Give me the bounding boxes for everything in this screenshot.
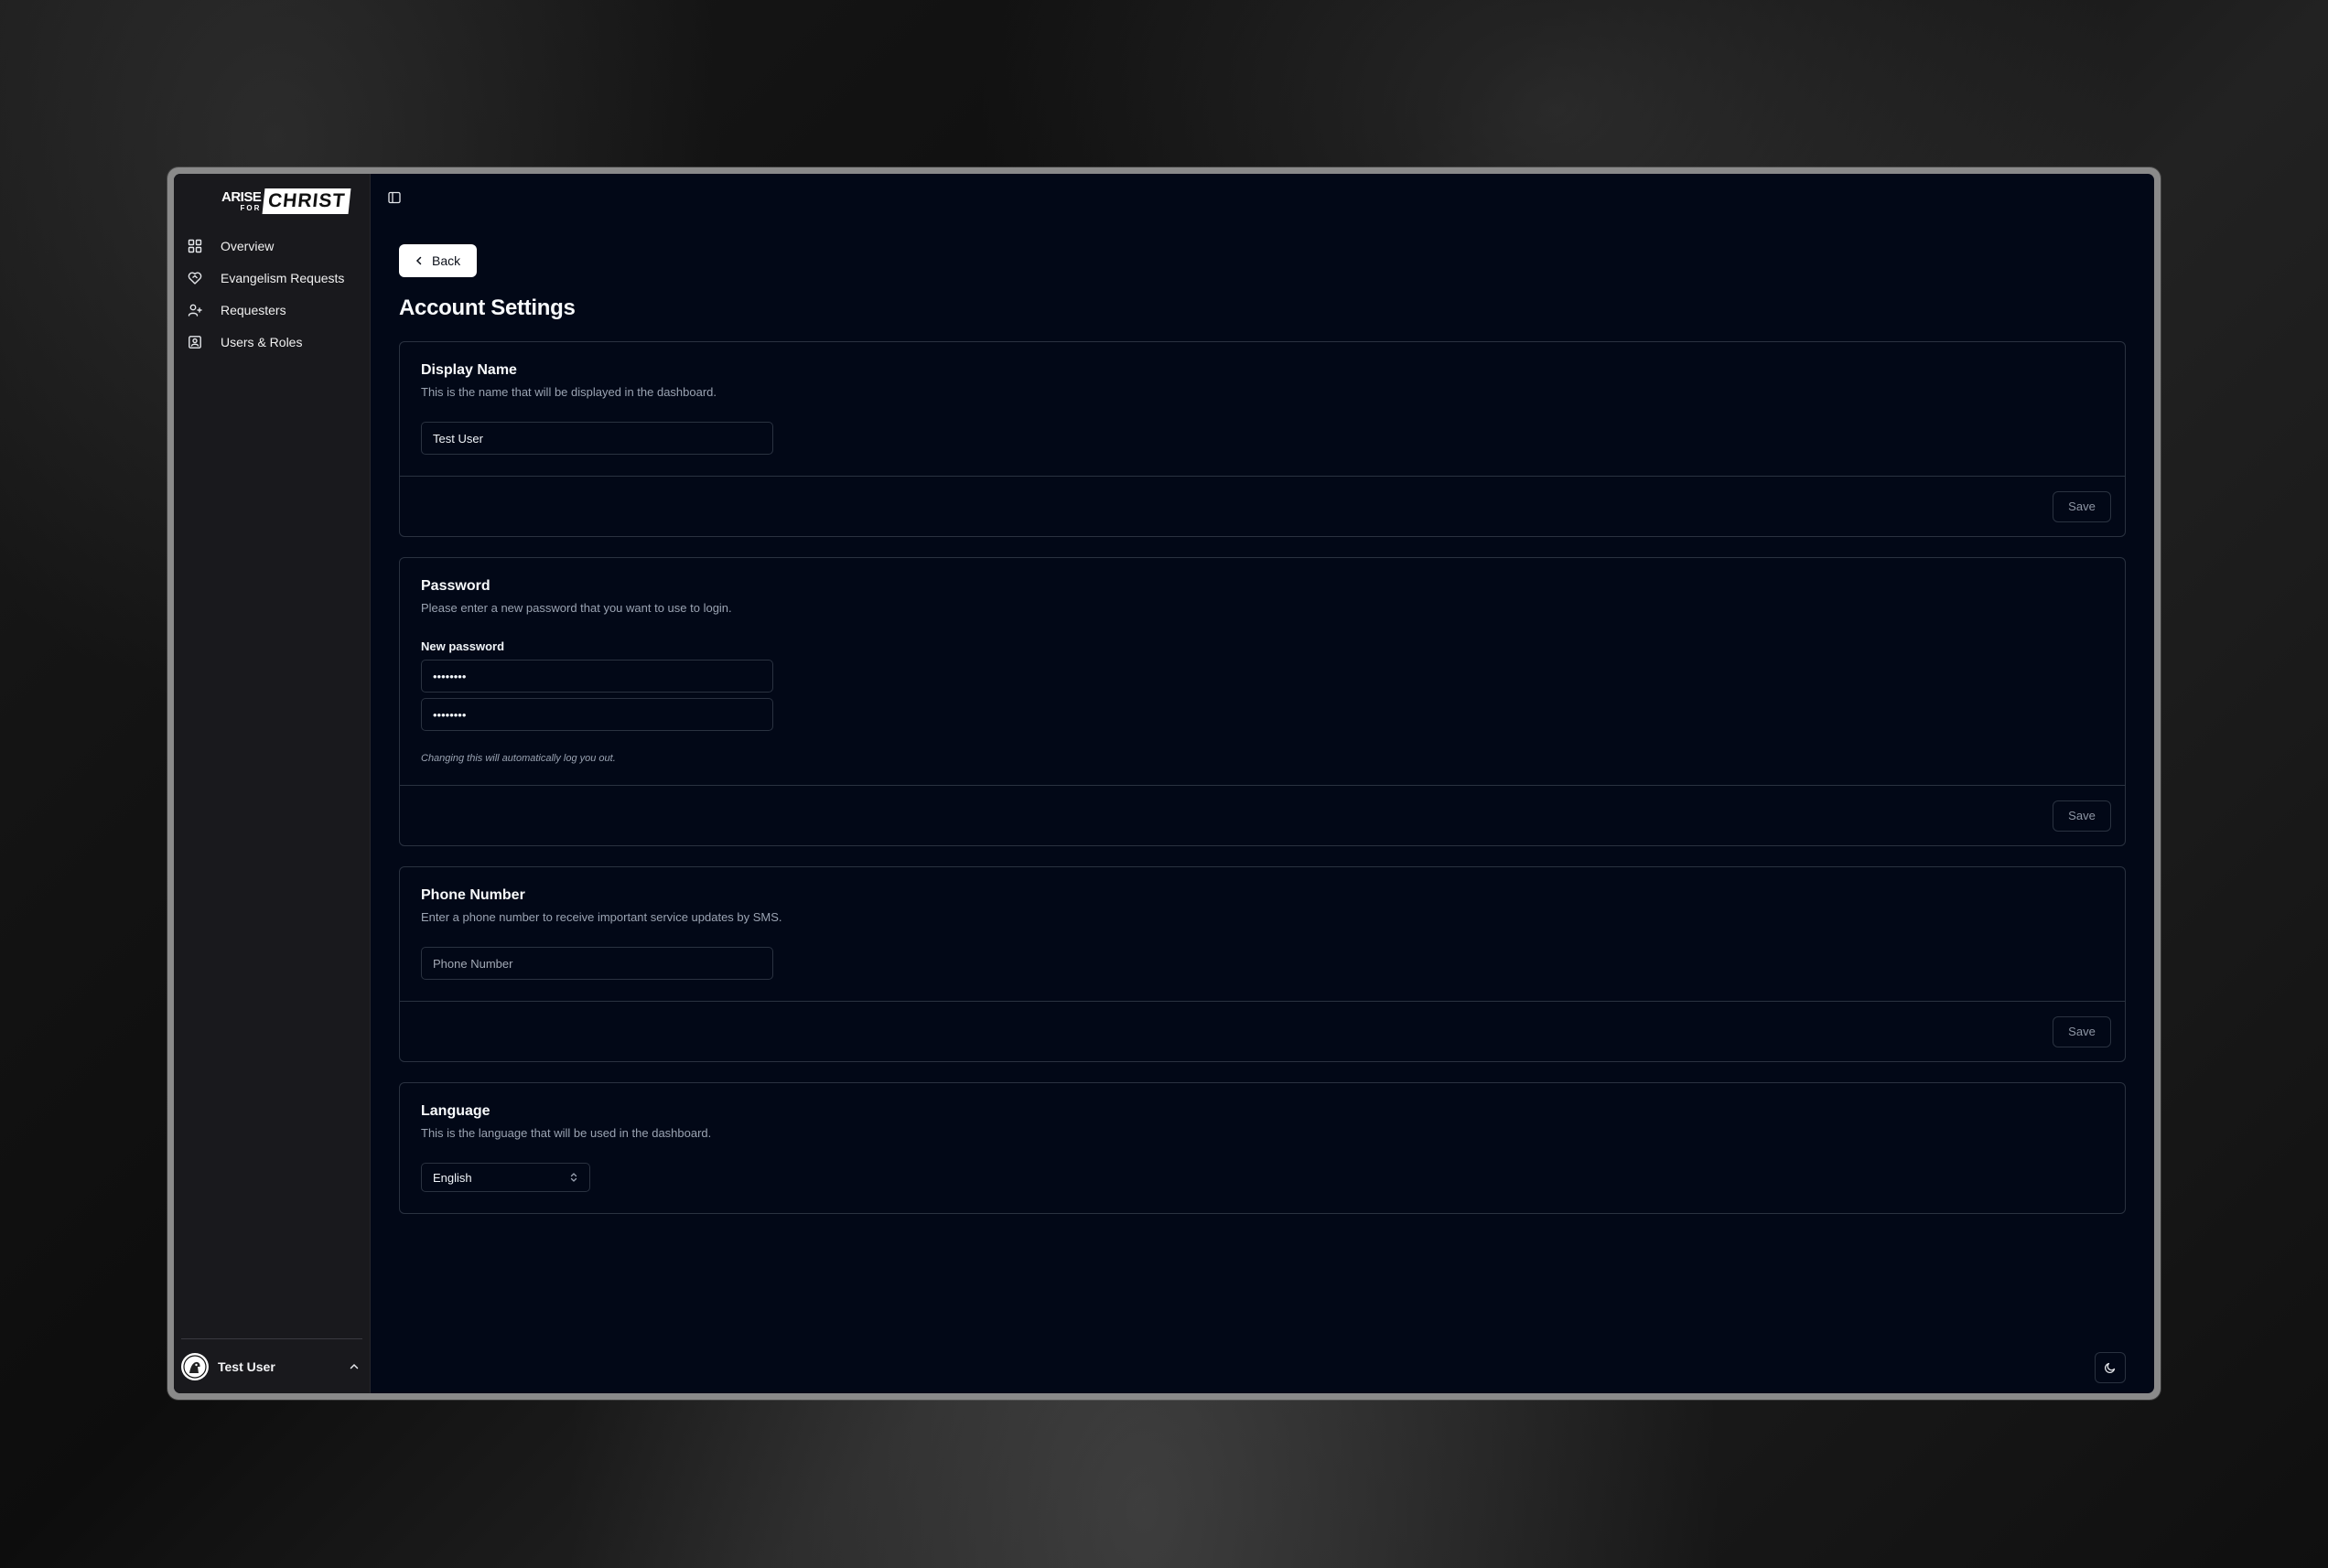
phone-number-input[interactable]: [421, 947, 773, 980]
heart-handshake-icon: [188, 271, 202, 285]
confirm-password-input[interactable]: [421, 698, 773, 731]
card-footer: Save: [400, 476, 2125, 536]
save-display-name-button[interactable]: Save: [2053, 490, 2111, 522]
browser-frame: ARISE FOR CHRIST Overview Evangelism Req…: [167, 167, 2161, 1400]
card-footer: Save: [400, 1001, 2125, 1061]
sidebar-item-requesters[interactable]: Requesters: [174, 294, 370, 326]
language-select-value: English: [433, 1170, 472, 1185]
brand-logo[interactable]: ARISE FOR CHRIST: [221, 186, 370, 217]
logo-arise: ARISE FOR: [221, 189, 262, 212]
language-select[interactable]: English: [421, 1163, 590, 1192]
password-card: Password Please enter a new password tha…: [399, 557, 2126, 846]
user-menu[interactable]: Test User: [181, 1338, 362, 1393]
card-title: Password: [421, 578, 490, 594]
theme-toggle-button[interactable]: [2095, 1352, 2126, 1383]
card-title: Phone Number: [421, 887, 525, 903]
back-button[interactable]: Back: [399, 244, 478, 277]
settings-content: Back Account Settings Display Name This …: [399, 244, 2126, 1214]
chevrons-up-down-icon: [570, 1173, 577, 1182]
sidebar-toggle-icon[interactable]: [387, 190, 402, 205]
grid-icon: [188, 239, 202, 253]
display-name-card: Display Name This is the name that will …: [399, 341, 2126, 537]
back-button-label: Back: [432, 253, 461, 268]
logo-sub-text: FOR: [240, 204, 262, 212]
sidebar-item-users-roles[interactable]: Users & Roles: [174, 326, 370, 358]
new-password-input[interactable]: [421, 660, 773, 693]
card-title: Language: [421, 1103, 490, 1119]
chevron-left-icon: [415, 256, 422, 265]
sidebar-item-evangelism-requests[interactable]: Evangelism Requests: [174, 262, 370, 294]
contact-icon: [188, 335, 202, 349]
sidebar-item-label: Overview: [221, 238, 275, 253]
password-hint: Changing this will automatically log you…: [421, 753, 616, 764]
card-description: Please enter a new password that you wan…: [421, 601, 732, 615]
card-footer: Save: [400, 785, 2125, 845]
moon-icon: [2104, 1362, 2116, 1374]
chevron-up-icon: [350, 1363, 359, 1369]
language-card: Language This is the language that will …: [399, 1082, 2126, 1214]
sidebar: ARISE FOR CHRIST Overview Evangelism Req…: [174, 174, 371, 1393]
logo-box-text: CHRIST: [262, 188, 351, 214]
page-title: Account Settings: [399, 295, 576, 320]
user-plus-icon: [188, 303, 202, 317]
phone-number-card: Phone Number Enter a phone number to rec…: [399, 866, 2126, 1062]
avatar: [181, 1352, 209, 1380]
card-description: This is the name that will be displayed …: [421, 385, 717, 399]
app-window: ARISE FOR CHRIST Overview Evangelism Req…: [174, 174, 2154, 1393]
card-description: This is the language that will be used i…: [421, 1126, 712, 1140]
sidebar-item-label: Requesters: [221, 302, 286, 317]
save-password-button[interactable]: Save: [2053, 800, 2111, 832]
logo-top-text: ARISE: [221, 189, 262, 205]
card-description: Enter a phone number to receive importan…: [421, 910, 782, 924]
sidebar-nav: Overview Evangelism Requests Requesters: [174, 230, 370, 358]
new-password-label: New password: [421, 639, 505, 653]
card-title: Display Name: [421, 362, 517, 378]
display-name-input[interactable]: [421, 422, 773, 455]
save-phone-button[interactable]: Save: [2053, 1015, 2111, 1047]
sidebar-item-label: Evangelism Requests: [221, 270, 345, 285]
main-content: Back Account Settings Display Name This …: [371, 174, 2154, 1393]
user-name: Test User: [218, 1359, 275, 1374]
sidebar-item-label: Users & Roles: [221, 334, 303, 349]
sidebar-item-overview[interactable]: Overview: [174, 230, 370, 262]
